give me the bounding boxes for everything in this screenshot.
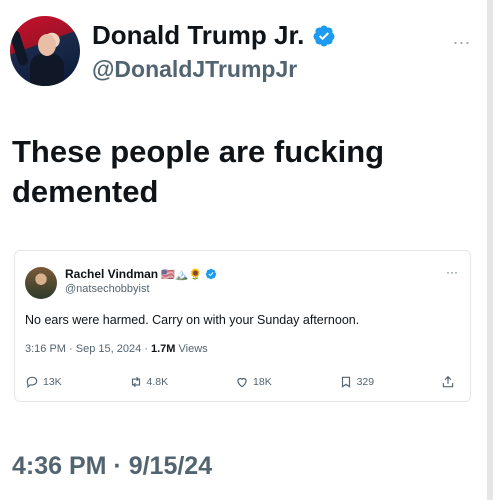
quoted-name-row: Rachel Vindman 🇺🇸🏔️🌻 <box>65 267 217 281</box>
author-name[interactable]: Donald Trump Jr. <box>92 20 304 51</box>
quoted-views-label: Views <box>175 343 208 355</box>
quoted-action-bar: 13K 4.8K 18K 329 <box>25 375 455 389</box>
bookmark-count: 329 <box>356 376 375 388</box>
reply-button[interactable]: 13K <box>25 375 62 389</box>
share-button[interactable] <box>441 375 455 389</box>
heart-icon <box>237 377 247 388</box>
reply-count: 13K <box>43 376 62 388</box>
quoted-author-avatar[interactable] <box>25 267 57 299</box>
author-name-row: Donald Trump Jr. <box>92 20 336 51</box>
quoted-tweet-meta: 3:16 PM · Sep 15, 2024 · 1.7M Views <box>25 343 208 355</box>
quoted-tweet[interactable]: Rachel Vindman 🇺🇸🏔️🌻 @natsechobbyist ···… <box>14 250 471 402</box>
reply-icon <box>26 376 38 388</box>
tweet-timestamp[interactable]: 4:36 PM · 9/15/24 <box>12 452 212 481</box>
quoted-views-count: 1.7M <box>150 343 176 355</box>
repost-button[interactable]: 4.8K <box>129 375 169 389</box>
quoted-tweet-text: No ears were harmed. Carry on with your … <box>25 313 360 327</box>
quoted-more-options-icon[interactable]: ··· <box>446 265 458 279</box>
author-avatar[interactable] <box>10 16 80 86</box>
repost-icon <box>131 376 140 388</box>
more-options-icon[interactable]: ... <box>453 28 471 49</box>
tweet-text: These people are fucking demented <box>12 134 385 209</box>
quoted-author-name[interactable]: Rachel Vindman <box>65 267 158 281</box>
bookmark-icon <box>341 376 350 388</box>
verified-badge-icon <box>313 25 335 46</box>
share-icon <box>442 375 454 388</box>
repost-count: 4.8K <box>146 376 169 388</box>
like-count: 18K <box>253 376 272 388</box>
verified-badge-icon <box>205 268 217 280</box>
flag-mountain-sunflower-emoji: 🇺🇸🏔️🌻 <box>161 268 203 281</box>
author-handle[interactable]: @DonaldJTrumpJr <box>92 56 297 83</box>
bookmark-button[interactable]: 329 <box>339 375 375 389</box>
like-button[interactable]: 18K <box>235 375 272 389</box>
quoted-author-handle[interactable]: @natsechobbyist <box>65 283 150 295</box>
quoted-time[interactable]: 3:16 PM · Sep 15, 2024 · <box>25 343 151 355</box>
window-edge <box>487 0 493 500</box>
tweet-screenshot: Donald Trump Jr. @DonaldJTrumpJr ... The… <box>0 0 493 500</box>
